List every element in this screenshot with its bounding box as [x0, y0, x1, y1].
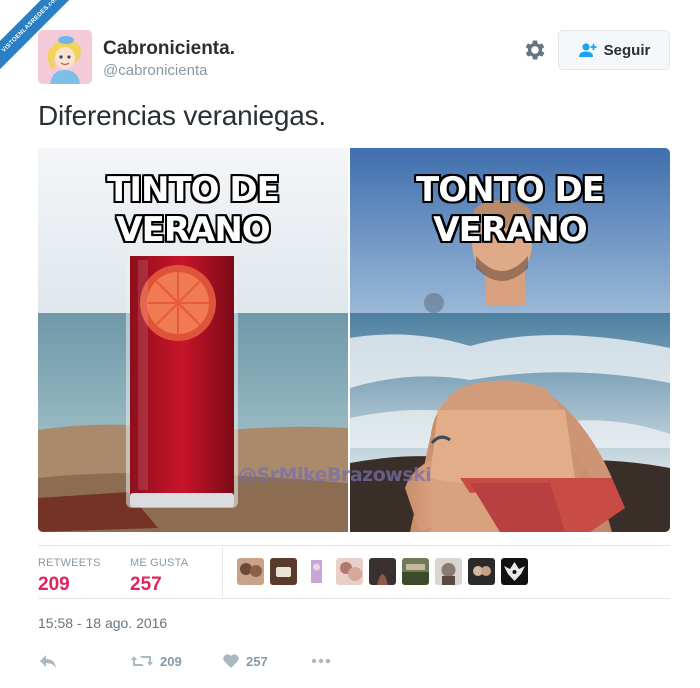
cinderella-avatar-icon [38, 30, 92, 84]
image-watermark: @SrMikeBrazowski [238, 464, 432, 486]
tweet-card: VISTOENLASREDES.com Cabronicienta. @cabr… [0, 0, 700, 688]
liker-avatar[interactable] [237, 558, 264, 585]
tweet-timestamp[interactable]: 15:58 - 18 ago. 2016 [38, 615, 167, 631]
more-button[interactable] [310, 653, 332, 669]
retweet-button[interactable]: 209 [130, 653, 182, 669]
liker-avatar[interactable] [270, 558, 297, 585]
follow-button-label: Seguir [603, 41, 651, 59]
retweet-count: 209 [160, 653, 182, 669]
retweets-label: RETWEETS [38, 557, 101, 569]
liker-avatar[interactable] [435, 558, 462, 585]
divider [222, 547, 223, 597]
liker-avatar[interactable] [501, 558, 528, 585]
likes-label: ME GUSTA [130, 557, 189, 569]
tweet-text: Diferencias veraniegas. [38, 100, 326, 131]
reply-button[interactable] [38, 653, 58, 669]
gear-icon[interactable] [522, 37, 548, 63]
liker-avatar[interactable] [369, 558, 396, 585]
likes-stat[interactable]: ME GUSTA 257 [130, 553, 188, 596]
heart-icon [223, 654, 239, 668]
divider [38, 598, 670, 599]
left-meme-caption: TINTO DE VERANO [107, 170, 280, 250]
follow-button[interactable]: Seguir [558, 30, 670, 70]
right-meme-caption: TONTO DE VERANO [416, 170, 605, 250]
liker-avatar[interactable] [336, 558, 363, 585]
divider [38, 545, 670, 546]
add-user-icon [578, 43, 597, 57]
liker-avatar[interactable] [468, 558, 495, 585]
more-icon [311, 658, 331, 664]
likes-count[interactable]: 257 [130, 574, 188, 596]
retweets-stat[interactable]: RETWEETS 209 [38, 553, 101, 596]
user-handle[interactable]: @cabronicienta [103, 62, 207, 79]
liker-avatar[interactable] [402, 558, 429, 585]
reply-icon [40, 655, 56, 668]
liker-avatars [237, 558, 528, 585]
retweets-count[interactable]: 209 [38, 574, 101, 596]
like-count: 257 [246, 653, 268, 669]
retweet-icon [131, 656, 153, 666]
tweet-media[interactable]: TINTO DE VERANO TONTO DE VERANO @SrMikeB… [38, 148, 670, 532]
liker-avatar[interactable] [303, 558, 330, 585]
avatar[interactable] [38, 30, 92, 84]
like-button[interactable]: 257 [222, 653, 268, 669]
display-name[interactable]: Cabronicienta. [103, 38, 235, 60]
